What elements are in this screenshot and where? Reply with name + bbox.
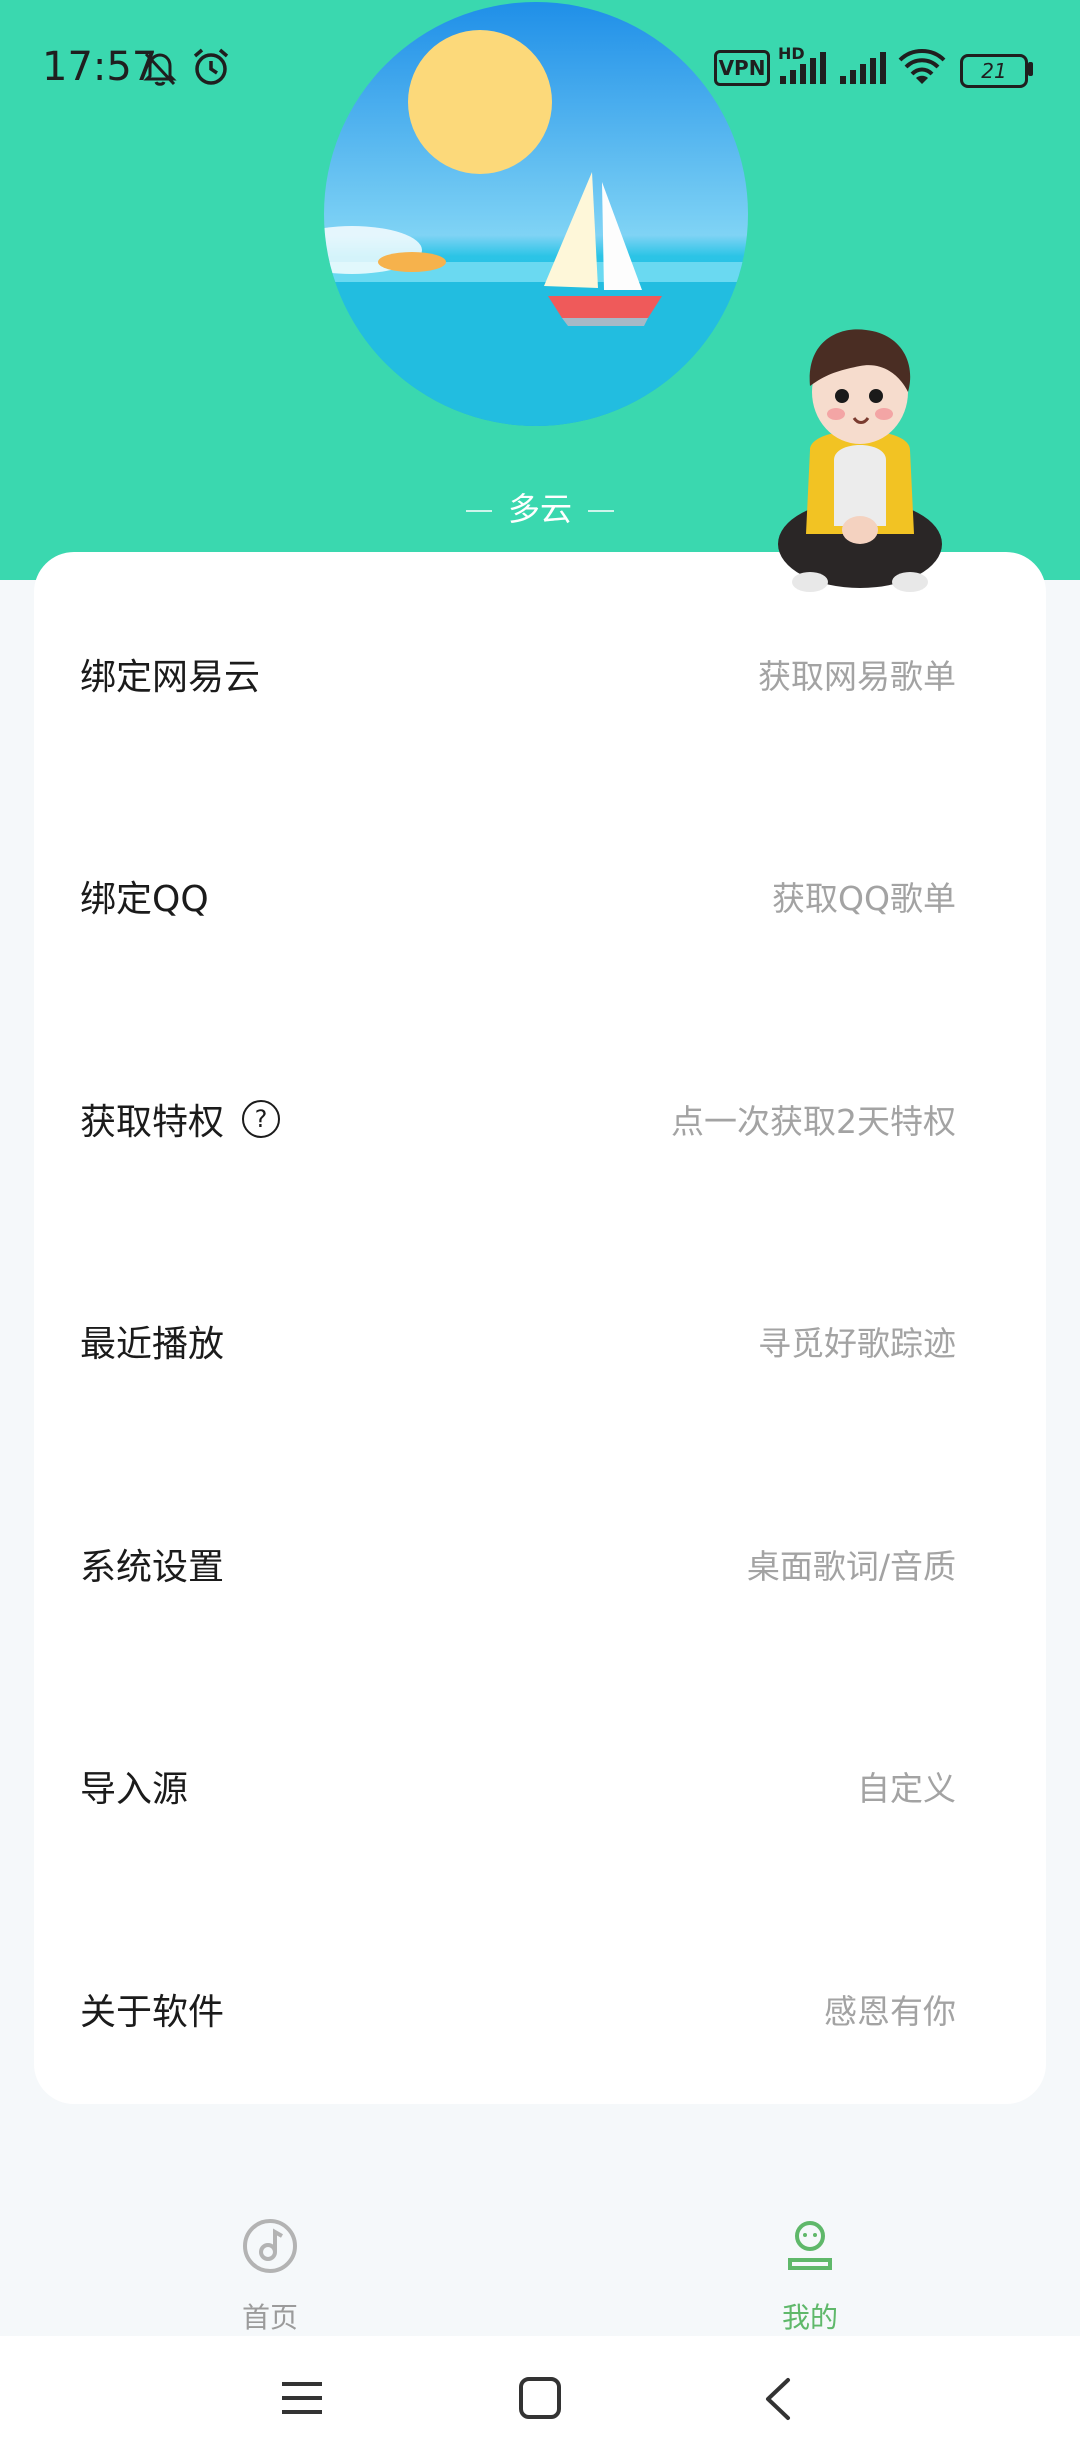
menu-row-bind-qq[interactable]: 绑定QQ 获取QQ歌单	[34, 806, 1046, 986]
weather-label-left-line	[465, 510, 492, 512]
menu-row-import-source[interactable]: 导入源 自定义	[34, 1696, 1046, 1876]
user-profile-icon	[788, 2221, 832, 2270]
bottom-tab-bar: 首页 我的	[0, 2176, 1080, 2336]
menu-row-hint: 点一次获取2天特权	[671, 1102, 956, 1141]
menu-icon[interactable]	[280, 2378, 324, 2418]
menu-row-label: 获取特权	[80, 1102, 225, 1143]
signal-icon-1	[780, 52, 826, 84]
tab-mine-label: 我的	[781, 2301, 838, 2334]
menu-row-label: 关于软件	[80, 1992, 225, 2033]
system-nav-bar	[0, 2336, 1080, 2460]
question-circle-icon[interactable]: ?	[242, 1100, 280, 1138]
tab-mine[interactable]: 我的	[710, 2176, 910, 2336]
menu-row-hint: 桌面歌词/音质	[746, 1547, 956, 1586]
menu-row-label: 最近播放	[80, 1324, 225, 1365]
alarm-icon	[193, 48, 229, 85]
menu-row-hint: 自定义	[857, 1769, 956, 1808]
cartoon-avatar	[778, 329, 942, 592]
menu-row-hint: 获取QQ歌单	[772, 879, 956, 918]
home-square-icon[interactable]	[518, 2376, 562, 2420]
back-arrow-icon[interactable]	[760, 2376, 796, 2422]
battery-icon: 21	[960, 54, 1028, 88]
weather-illustration	[324, 2, 748, 426]
menu-row-label: 系统设置	[80, 1547, 225, 1588]
wifi-icon	[898, 49, 946, 84]
menu-row-about[interactable]: 关于软件 感恩有你	[34, 1919, 1046, 2099]
settings-card: 绑定网易云 获取网易歌单 绑定QQ 获取QQ歌单 获取特权 ? 点一次获取2天特…	[34, 552, 1046, 2104]
menu-row-label: 绑定QQ	[80, 879, 209, 920]
menu-row-bind-netease[interactable]: 绑定网易云 获取网易歌单	[34, 584, 1046, 764]
signal-icon-2	[840, 52, 886, 84]
tab-home[interactable]: 首页	[170, 2176, 370, 2336]
menu-row-hint: 寻觅好歌踪迹	[758, 1324, 956, 1363]
weather-text: 多云	[507, 490, 572, 528]
menu-row-get-privilege[interactable]: 获取特权 ? 点一次获取2天特权	[34, 1029, 1046, 1209]
menu-row-hint: 获取网易歌单	[758, 657, 956, 696]
weather-label-right-line	[588, 510, 614, 512]
menu-row-hint: 感恩有你	[824, 1992, 956, 2031]
menu-row-label: 绑定网易云	[80, 657, 261, 698]
menu-row-label: 导入源	[80, 1769, 189, 1810]
weather-label: 多云	[440, 484, 640, 530]
menu-row-recent-play[interactable]: 最近播放 寻觅好歌踪迹	[34, 1251, 1046, 1431]
battery-level: 21	[981, 59, 1007, 83]
bell-muted-icon	[143, 52, 177, 86]
battery-tip	[1028, 62, 1033, 76]
menu-row-system-settings[interactable]: 系统设置 桌面歌词/音质	[34, 1474, 1046, 1654]
tab-home-label: 首页	[241, 2301, 298, 2334]
music-disc-icon	[243, 2219, 297, 2273]
